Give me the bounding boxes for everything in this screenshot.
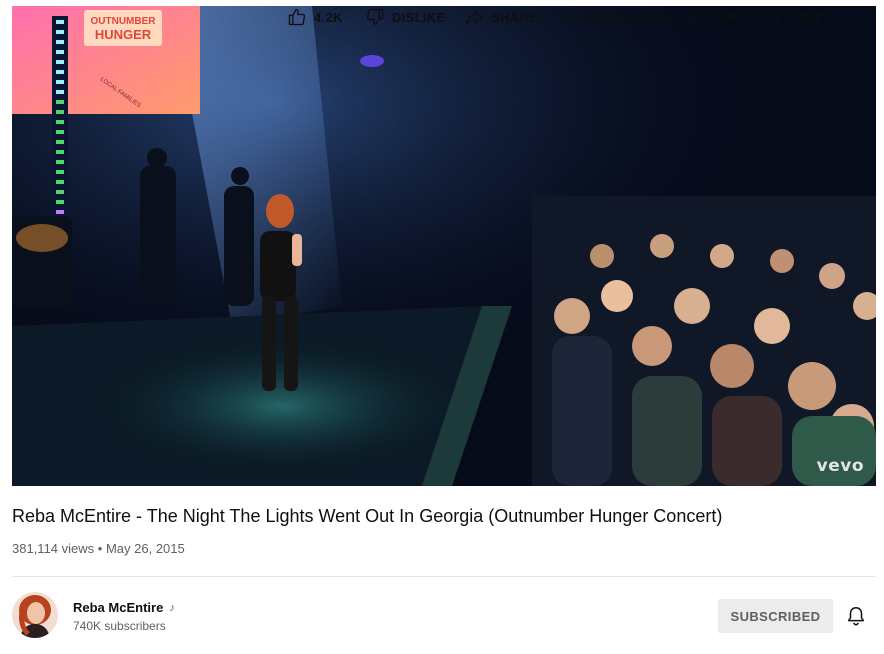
- thumbs-down-icon: [366, 8, 384, 26]
- meta-separator: •: [97, 541, 103, 556]
- download-label: DOWNLOAD: [584, 9, 665, 25]
- dislike-label: DISLIKE: [392, 9, 446, 25]
- share-arrow-icon: [465, 10, 483, 25]
- video-title: Reba McEntire - The Night The Lights Wen…: [12, 506, 723, 526]
- share-label: SHARE: [491, 9, 539, 25]
- playlist-add-icon: [762, 11, 781, 25]
- section-divider: [12, 576, 876, 577]
- clip-button[interactable]: CLIP: [683, 0, 741, 34]
- more-actions-button[interactable]: [846, 0, 866, 34]
- channel-name[interactable]: Reba McEntire ♪: [73, 600, 175, 615]
- upload-date: May 26, 2015: [105, 541, 185, 556]
- channel-avatar[interactable]: [12, 592, 58, 638]
- channel-name-text: Reba McEntire: [73, 600, 164, 615]
- download-icon: [560, 8, 574, 25]
- thumbs-up-icon: [288, 8, 306, 26]
- subscriber-count: 740K subscribers: [73, 619, 166, 633]
- vevo-watermark: vevo: [816, 456, 864, 476]
- scissors-icon: [684, 8, 701, 26]
- share-button[interactable]: SHARE: [464, 0, 538, 34]
- video-meta: 381,114 views • May 26, 2015: [12, 541, 185, 556]
- screen-text-hunger: HUNGER: [95, 27, 152, 42]
- like-count: 4.2K: [314, 9, 343, 25]
- download-button[interactable]: DOWNLOAD: [557, 0, 664, 34]
- video-player[interactable]: OUTNUMBER HUNGER LOCAL FAMILIES vevo: [12, 6, 876, 486]
- music-note-icon: ♪: [169, 601, 175, 614]
- notification-bell-button[interactable]: [845, 604, 867, 628]
- bell-icon: [847, 607, 865, 626]
- dislike-button[interactable]: DISLIKE: [365, 0, 445, 34]
- screen-text-outnumber: OUTNUMBER: [91, 16, 157, 27]
- like-button[interactable]: 4.2K: [287, 0, 343, 34]
- save-label: SAVE: [788, 9, 824, 25]
- save-button[interactable]: SAVE: [761, 0, 824, 34]
- view-count: 381,114 views: [12, 541, 95, 556]
- subscribed-button[interactable]: SUBSCRIBED: [718, 599, 833, 633]
- clip-label: CLIP: [710, 9, 741, 25]
- more-horizontal-icon: [848, 16, 864, 20]
- video-frame-image: OUTNUMBER HUNGER LOCAL FAMILIES: [12, 6, 876, 486]
